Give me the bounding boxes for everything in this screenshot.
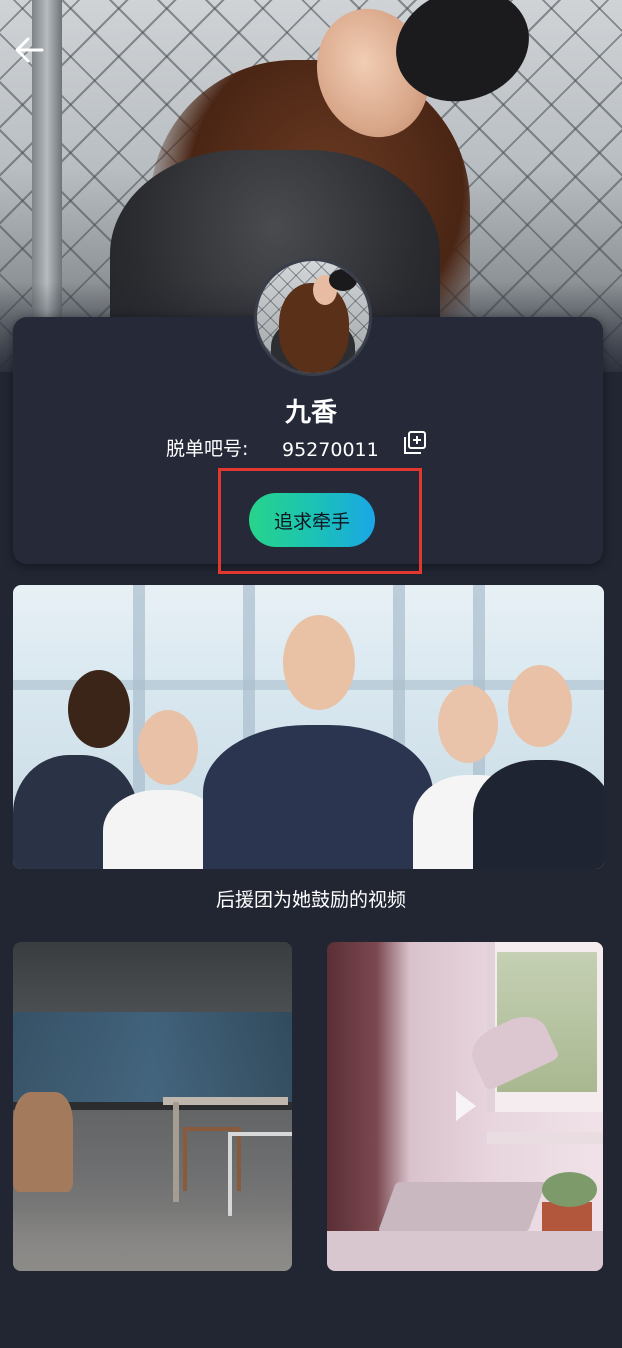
user-id-label: 脱单吧号:: [166, 438, 249, 460]
play-icon: [456, 1091, 476, 1121]
main-video-thumbnail[interactable]: [13, 585, 604, 869]
copy-id-button[interactable]: [402, 430, 428, 456]
back-button[interactable]: [10, 30, 50, 70]
username: 九香: [284, 398, 337, 428]
avatar[interactable]: [254, 258, 372, 376]
pursue-button[interactable]: 追求牵手: [249, 493, 375, 547]
video-thumbnail[interactable]: [13, 942, 292, 1271]
video-caption: 后援团为她鼓励的视频: [215, 889, 406, 911]
play-button[interactable]: [453, 1088, 479, 1124]
copy-icon: [404, 431, 426, 454]
user-id-value: 95270011: [282, 439, 379, 461]
arrow-left-icon: [15, 37, 44, 63]
